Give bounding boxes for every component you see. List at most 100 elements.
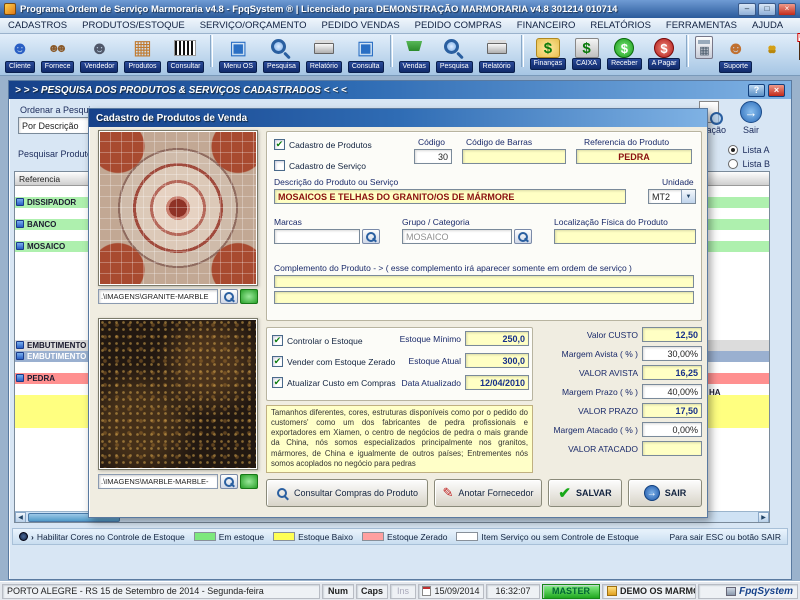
unidade-select[interactable]: MT2: [648, 189, 696, 204]
search-image1-button[interactable]: [220, 289, 238, 304]
toolbar-button[interactable]: Menu OS: [216, 35, 260, 73]
lista-a-radio[interactable]: Lista A: [728, 145, 770, 155]
toolbar-button[interactable]: Pesquisa: [433, 35, 476, 73]
localizacao-field[interactable]: [554, 229, 696, 244]
scroll-right-icon[interactable]: ▶: [758, 512, 769, 523]
menu-item[interactable]: PEDIDO VENDAS: [322, 20, 400, 31]
price-field-value[interactable]: [642, 441, 702, 456]
sair-window-button[interactable]: Sair: [740, 101, 762, 135]
grupo-field[interactable]: MOSAICO: [402, 229, 512, 244]
color-swatch: [273, 532, 295, 541]
checkbox-icon[interactable]: [274, 139, 285, 150]
image2-path-row: .\IMAGENS\MARBLE-MARBLE-: [98, 474, 258, 489]
stock-checkbox[interactable]: Atualizar Custo em Compras: [272, 377, 396, 388]
toolbar-button[interactable]: [755, 35, 789, 61]
menu-item[interactable]: RELATÓRIOS: [590, 20, 651, 31]
menu-item[interactable]: AJUDA: [752, 20, 783, 31]
checkbox-icon[interactable]: [272, 335, 283, 346]
toolbar-button[interactable]: Cliente: [2, 35, 38, 73]
minimize-button[interactable]: –: [738, 3, 756, 16]
stock-fields: Estoque Mínimo 250,0 Estoque Atual 300,0…: [387, 331, 529, 390]
referencia-field[interactable]: PEDRA: [576, 149, 692, 164]
toolbar-button[interactable]: Relatório: [303, 35, 345, 73]
complemento-line1[interactable]: [274, 275, 694, 288]
price-field-value[interactable]: 30,00%: [642, 346, 702, 361]
search-grupo-button[interactable]: [514, 229, 532, 244]
anotar-fornecedor-button[interactable]: Anotar Fornecedor: [434, 479, 542, 507]
toolbar-button[interactable]: Relatório: [476, 35, 518, 73]
menu-item[interactable]: FERRAMENTAS: [666, 20, 737, 31]
price-field-label: Margem Avista ( % ): [539, 349, 638, 359]
image2-path-field[interactable]: .\IMAGENS\MARBLE-MARBLE-: [98, 474, 218, 489]
price-field-value[interactable]: 40,00%: [642, 384, 702, 399]
price-field-value[interactable]: 17,50: [642, 403, 702, 418]
product-description-textarea[interactable]: Tamanhos diferentes, cores, estruturas d…: [266, 405, 533, 473]
search-marcas-button[interactable]: [362, 229, 380, 244]
toolbar-button[interactable]: [683, 35, 692, 67]
toolbar-button[interactable]: Vendedor: [77, 35, 121, 73]
stock-field-value[interactable]: 12/04/2010: [465, 375, 529, 390]
toolbar-button[interactable]: Fornece: [38, 35, 78, 73]
toolbar-button[interactable]: Consultar: [164, 35, 208, 73]
toolbar-button[interactable]: [387, 35, 396, 67]
menu-item[interactable]: CADASTROS: [8, 20, 67, 31]
register-type-checkbox[interactable]: Cadastro de Serviço: [274, 160, 372, 171]
scroll-left-icon[interactable]: ◀: [15, 512, 26, 523]
stock-field-label: Estoque Atual: [387, 356, 461, 366]
codigo-barras-field[interactable]: [462, 149, 566, 164]
menu-item[interactable]: SERVIÇO/ORÇAMENTO: [200, 20, 307, 31]
legend-toggle[interactable]: Habilitar Cores no Controle de Estoque: [19, 532, 185, 542]
open-image1-button[interactable]: [240, 289, 258, 304]
toolbar-button[interactable]: Suporte: [716, 35, 755, 73]
toolbar-button[interactable]: [518, 35, 527, 67]
maximize-button[interactable]: □: [758, 3, 776, 16]
open-image2-button[interactable]: [240, 474, 258, 489]
toolbar-button[interactable]: Finanças: [527, 35, 569, 70]
checkbox-label: Controlar o Estoque: [287, 336, 363, 346]
toolbar-button[interactable]: [692, 35, 716, 59]
stock-checkbox[interactable]: Controlar o Estoque: [272, 335, 396, 346]
title-bar[interactable]: Programa Ordem de Serviço Marmoraria v4.…: [0, 0, 800, 18]
close-button[interactable]: ×: [778, 3, 796, 16]
descricao-field[interactable]: MOSAICOS E TELHAS DO GRANITO/OS DE MÁRMO…: [274, 189, 626, 204]
marcas-field[interactable]: [274, 229, 360, 244]
codigo-field[interactable]: 30: [414, 149, 452, 164]
toolbar-button[interactable]: [207, 35, 216, 67]
toolbar-button[interactable]: Pesquisa: [260, 35, 303, 73]
price-field-value[interactable]: 0,00%: [642, 422, 702, 437]
lista-b-radio[interactable]: Lista B: [728, 159, 770, 169]
price-field-value[interactable]: 16,25: [642, 365, 702, 380]
stock-field-value[interactable]: 250,0: [465, 331, 529, 346]
toolbar-button[interactable]: Consulta: [345, 35, 387, 73]
dialog-title-bar[interactable]: Cadastro de Produtos de Venda: [89, 109, 707, 127]
toolbar-button[interactable]: Vendas: [396, 35, 433, 73]
register-type-checkboxes: Cadastro de Produtos Cadastro de Serviço: [274, 139, 372, 171]
checkbox-icon[interactable]: [272, 356, 283, 367]
complemento-line2[interactable]: [274, 291, 694, 304]
menu-item[interactable]: PRODUTOS/ESTOQUE: [82, 20, 185, 31]
chevron-down-icon[interactable]: [681, 190, 695, 203]
toolbar-button[interactable]: Produtos: [121, 35, 163, 73]
grupo-label: Grupo / Categoria: [402, 217, 470, 227]
price-field-value[interactable]: 12,50: [642, 327, 702, 342]
menu-item[interactable]: FINANCEIRO: [517, 20, 576, 31]
menu-item[interactable]: PEDIDO COMPRAS: [415, 20, 502, 31]
search-window-header[interactable]: > > > PESQUISA DOS PRODUTOS & SERVIÇOS C…: [9, 81, 791, 99]
window-close-button[interactable]: ×: [768, 84, 785, 97]
salvar-button[interactable]: SALVAR: [548, 479, 622, 507]
checkbox-icon[interactable]: [274, 160, 285, 171]
help-button[interactable]: ?: [748, 84, 765, 97]
toolbar-button[interactable]: Receber: [604, 35, 644, 70]
toolbar-button[interactable]: CAIXA: [569, 35, 604, 70]
image1-path-field[interactable]: .\IMAGENS\GRANITE-MARBLE: [98, 289, 218, 304]
stock-checkbox[interactable]: Vender com Estoque Zerado: [272, 356, 396, 367]
stock-field-value[interactable]: 300,0: [465, 353, 529, 368]
monitor-icon: [726, 587, 736, 596]
consultar-compras-button[interactable]: Consultar Compras do Produto: [266, 479, 428, 507]
checkbox-icon[interactable]: [272, 377, 283, 388]
sair-button[interactable]: SAIR: [628, 479, 702, 507]
search-image2-button[interactable]: [220, 474, 238, 489]
toolbar-button[interactable]: EXIT: [789, 35, 800, 61]
toolbar-button[interactable]: A Pagar: [645, 35, 684, 70]
register-type-checkbox[interactable]: Cadastro de Produtos: [274, 139, 372, 150]
